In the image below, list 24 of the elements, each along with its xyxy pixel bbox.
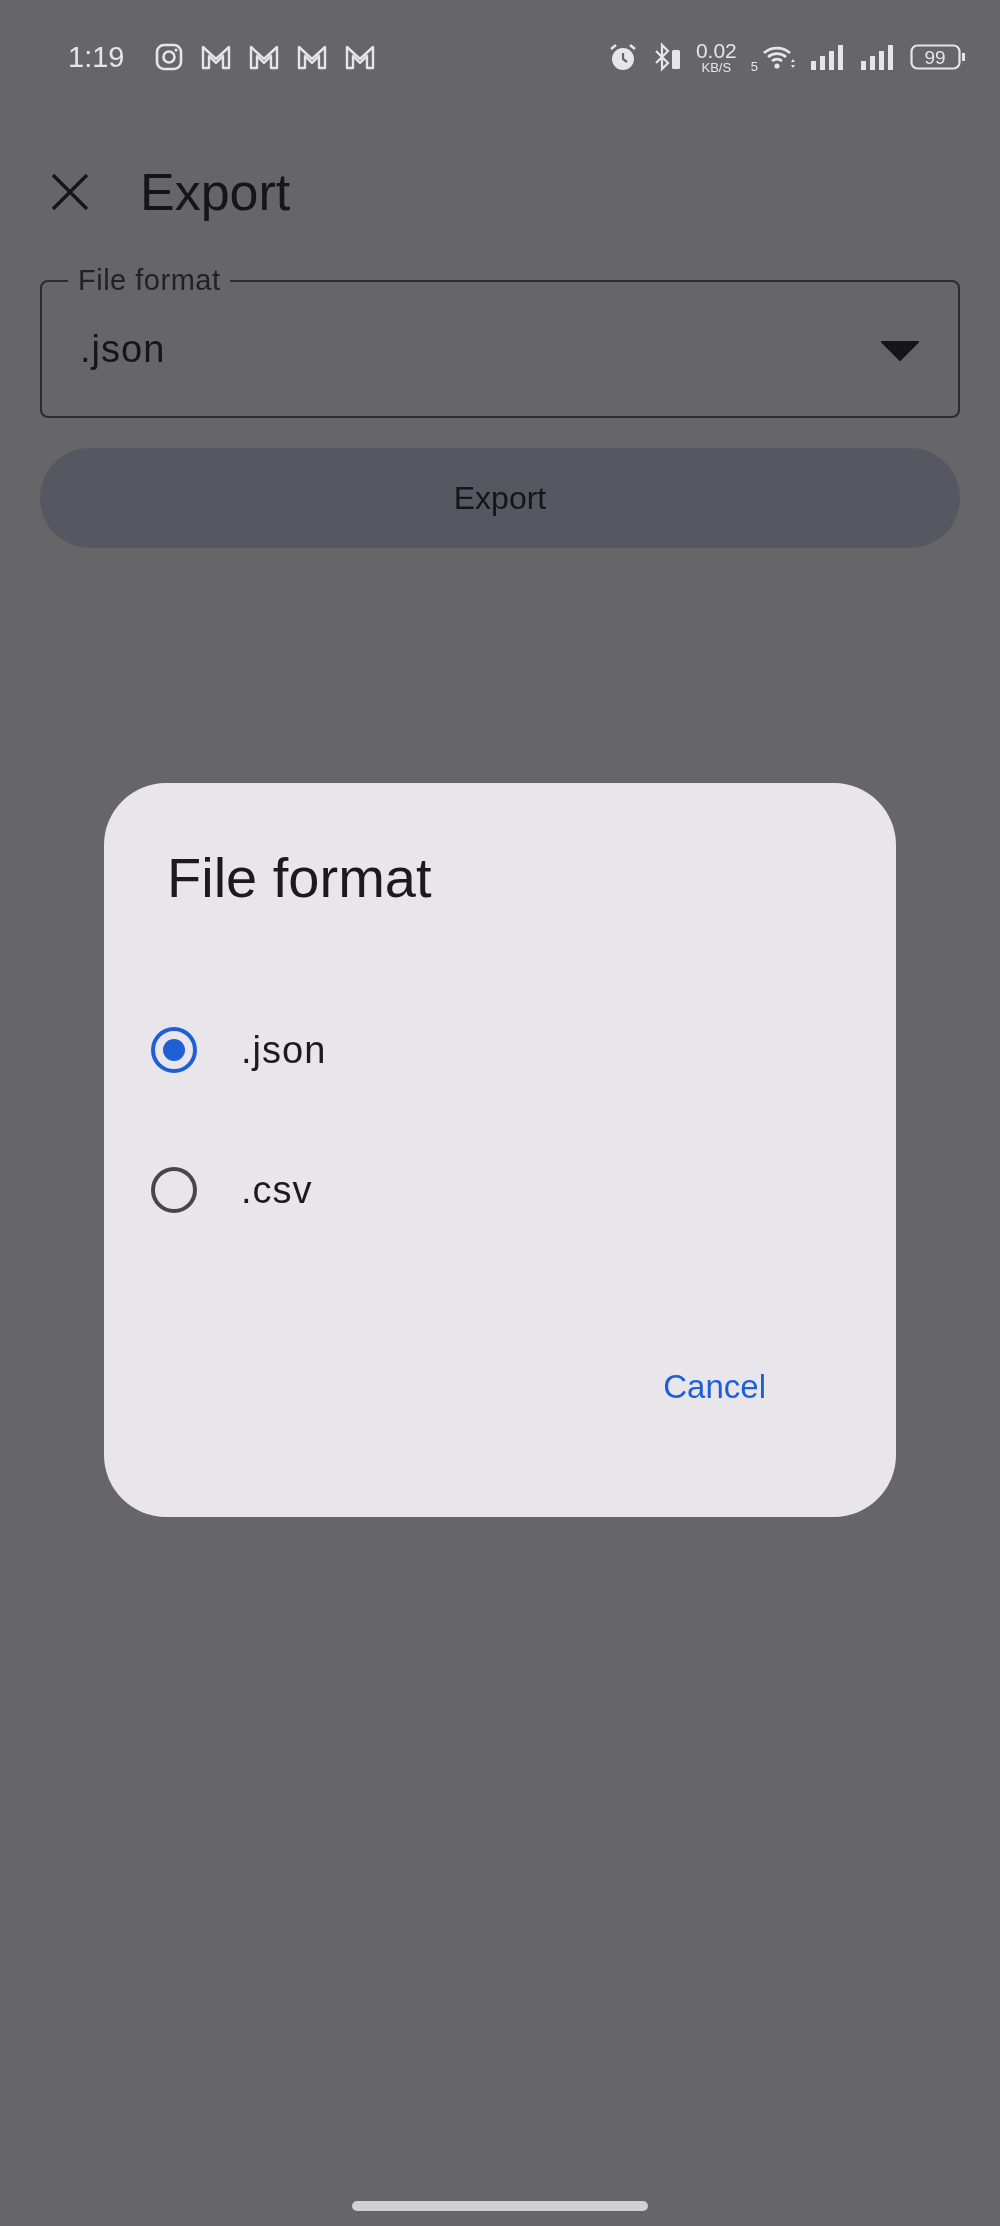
battery-level: 99 — [924, 48, 946, 67]
mail-icon — [200, 43, 233, 71]
radio-button[interactable] — [151, 1027, 197, 1073]
cancel-button[interactable]: Cancel — [653, 1354, 776, 1420]
dropdown-caret-icon — [880, 340, 920, 362]
radio-option[interactable]: .json — [151, 980, 836, 1120]
battery-icon — [910, 43, 966, 71]
signal-icon — [860, 43, 896, 71]
mail-icon — [248, 43, 281, 71]
export-button[interactable]: Export — [40, 448, 960, 548]
dialog-title: File format — [167, 845, 433, 910]
network-speed: 0.02 KB/S — [695, 40, 737, 74]
signal-icon — [810, 43, 846, 71]
close-icon[interactable] — [50, 172, 90, 212]
wifi-band-label: 5 — [750, 59, 758, 74]
screen-title: Export — [140, 162, 291, 222]
camera-icon — [154, 42, 185, 72]
mail-icon — [344, 43, 377, 71]
mail-icon — [296, 43, 329, 71]
field-value: .json — [80, 327, 167, 371]
clock-time: 1:19 — [68, 40, 125, 74]
radio-button[interactable] — [151, 1167, 197, 1213]
radio-option[interactable]: .csv — [151, 1120, 836, 1260]
field-label: File format — [77, 264, 222, 297]
